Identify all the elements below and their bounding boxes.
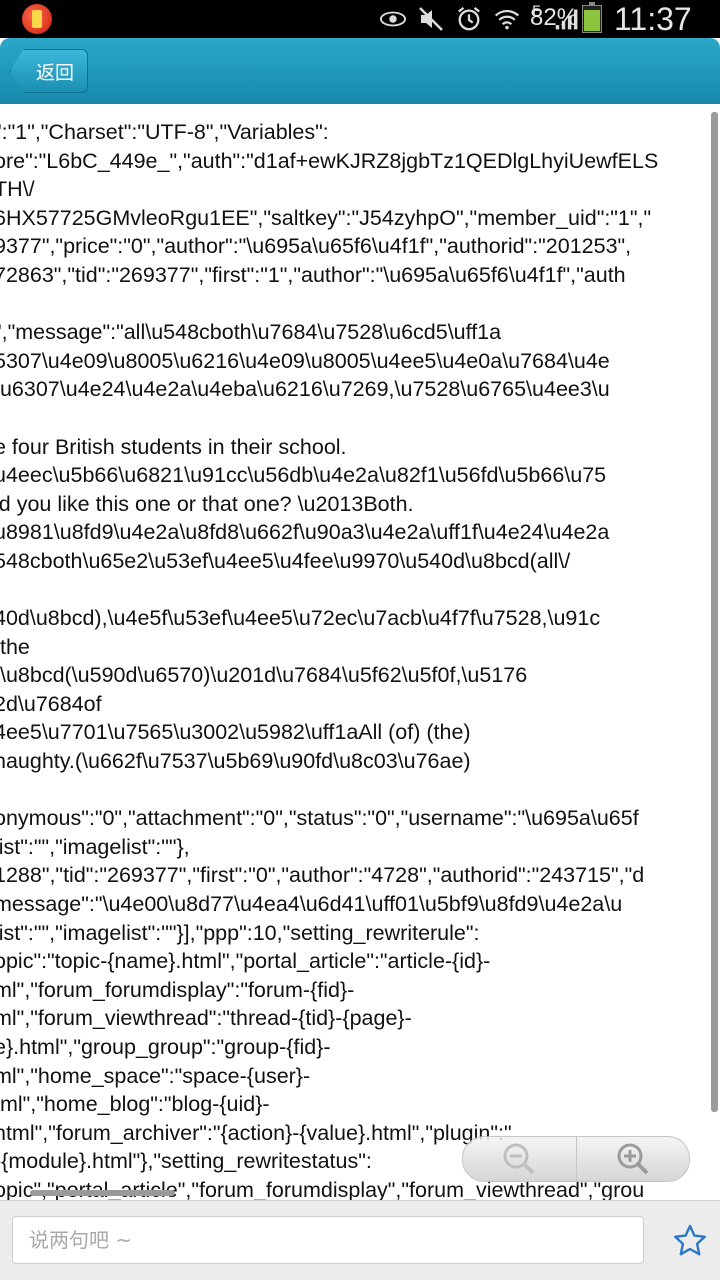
- favorite-button[interactable]: [672, 1223, 708, 1259]
- vertical-scrollbar[interactable]: [711, 112, 718, 1112]
- comment-bar: [0, 1200, 720, 1280]
- clock: 11:37: [614, 1, 692, 37]
- zoom-in-icon: [617, 1143, 649, 1175]
- mute-icon: [418, 6, 444, 32]
- zoom-out-icon: [503, 1143, 535, 1175]
- battery-icon: [582, 2, 602, 33]
- battery-level: [584, 9, 600, 31]
- zoom-out-button[interactable]: [462, 1136, 577, 1182]
- zoom-in-button[interactable]: [576, 1136, 690, 1182]
- back-button[interactable]: 返回: [10, 49, 88, 93]
- app-header: 返回: [0, 38, 720, 104]
- battery-percent: 82%: [530, 4, 579, 31]
- app-notification-icon: [22, 4, 52, 34]
- comment-input[interactable]: [12, 1216, 644, 1264]
- eye-icon: [380, 6, 406, 32]
- wifi-icon: [494, 6, 520, 32]
- star-icon: [674, 1224, 706, 1256]
- status-bar: E 82% 11:37: [0, 0, 720, 38]
- raw-json-text: ":"1","Charset":"UTF-8","Variables": ore…: [0, 120, 659, 1200]
- horizontal-scrollbar[interactable]: [30, 1190, 175, 1196]
- alarm-icon: [456, 6, 482, 32]
- zoom-controls: [462, 1136, 690, 1182]
- raw-response-view[interactable]: ":"1","Charset":"UTF-8","Variables": ore…: [0, 104, 710, 1200]
